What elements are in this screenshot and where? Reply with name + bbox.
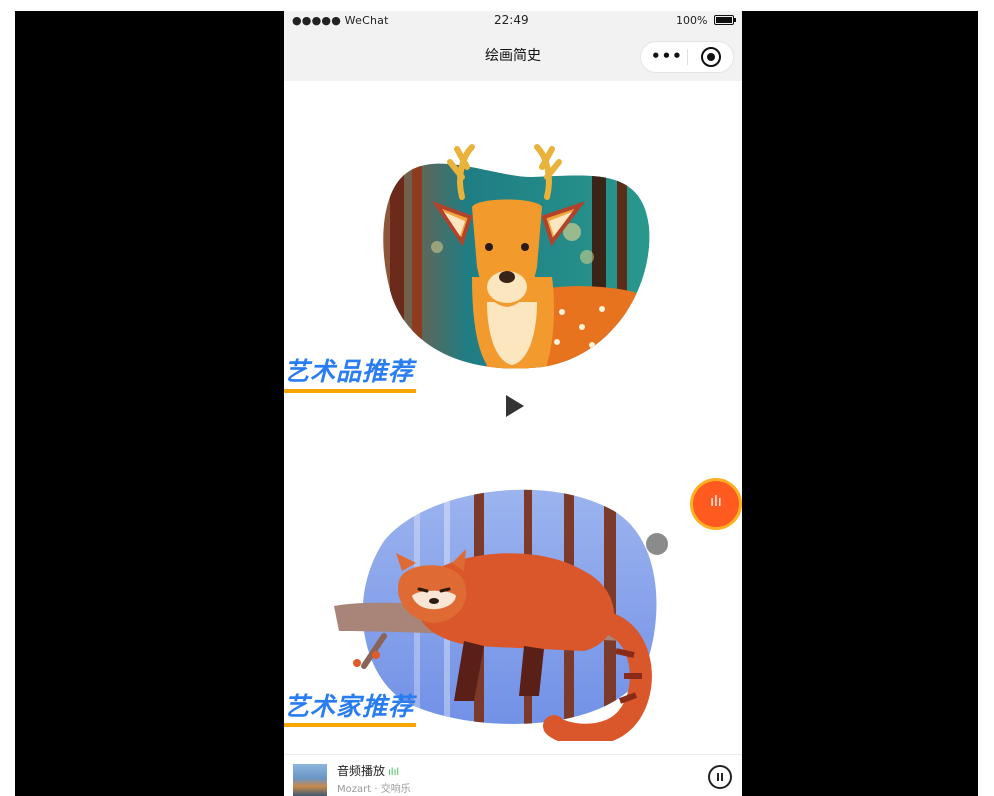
- section-underline: [284, 723, 416, 727]
- audio-wave-icon: ılı: [710, 494, 722, 510]
- section-heading-artworks: 艺术品推荐: [284, 357, 415, 386]
- battery-icon: [714, 15, 736, 25]
- status-bar: ●●●●● WeChat 22:49 100%: [284, 11, 742, 33]
- carrier-label: ●●●●● WeChat: [292, 14, 389, 27]
- screen: ●●●●● WeChat 22:49 100% 绘画简史 ••• 艺术品推荐 ı…: [0, 0, 994, 796]
- battery-percent: 100%: [676, 14, 708, 27]
- play-icon[interactable]: [506, 395, 524, 417]
- player-subtitle: Mozart · 交响乐: [337, 784, 411, 795]
- indicator-dot: [646, 533, 668, 555]
- letterbox-left: [15, 11, 284, 796]
- more-dots-icon[interactable]: •••: [651, 47, 683, 65]
- equalizer-icon: ılıl: [388, 767, 400, 778]
- pause-icon[interactable]: [708, 765, 732, 789]
- section-heading-artists: 艺术家推荐: [284, 692, 415, 721]
- phone-screen: ●●●●● WeChat 22:49 100% 绘画简史 ••• 艺术品推荐 ı…: [284, 11, 742, 796]
- navigation-bar: 绘画简史 •••: [284, 33, 742, 81]
- menu-capsule: •••: [640, 41, 734, 73]
- player-title: 音频播放 ılıl: [337, 762, 399, 779]
- audio-player-bar[interactable]: 音频播放 ılıl Mozart · 交响乐: [284, 754, 742, 796]
- section-underline: [284, 389, 416, 393]
- capsule-divider: [687, 49, 688, 65]
- player-title-text: 音频播放: [337, 764, 386, 778]
- deer-illustration[interactable]: [362, 137, 662, 377]
- status-time: 22:49: [494, 13, 529, 27]
- audio-float-button[interactable]: ılı: [693, 481, 739, 527]
- letterbox-right: [742, 11, 978, 796]
- close-target-icon[interactable]: [701, 47, 721, 67]
- album-cover: [293, 764, 327, 796]
- battery-indicator: 100%: [676, 14, 736, 27]
